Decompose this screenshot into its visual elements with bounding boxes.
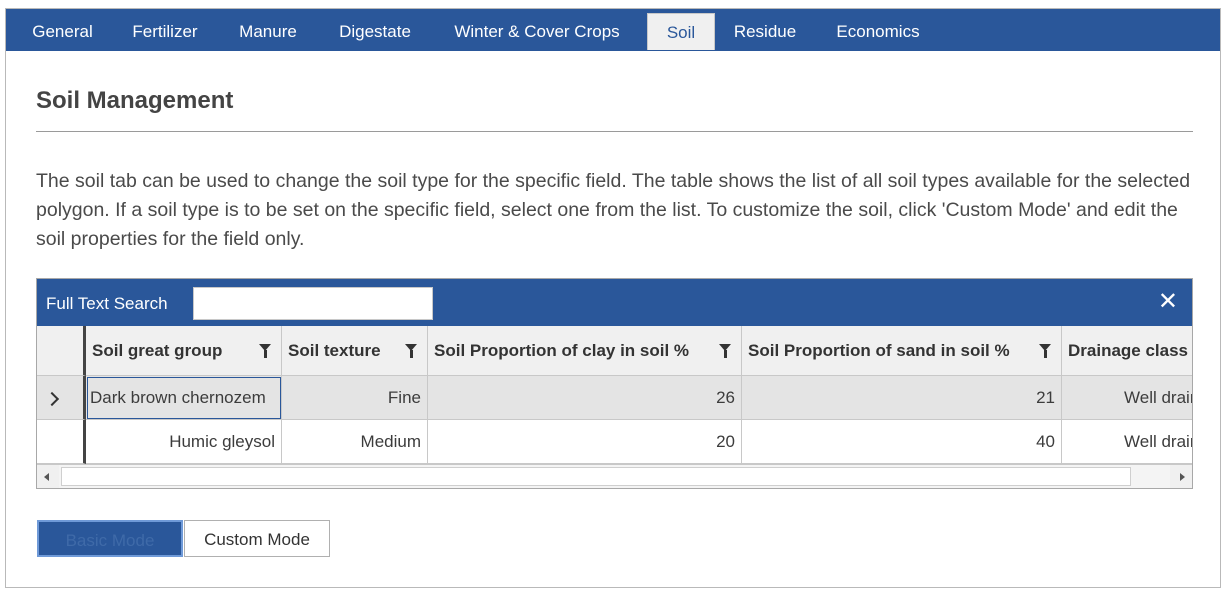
cell-clay-proportion[interactable]: 26 bbox=[428, 376, 742, 420]
column-header-label: Drainage class bbox=[1068, 341, 1189, 360]
cell-clay-proportion[interactable]: 20 bbox=[428, 420, 742, 464]
cell-soil-great-group[interactable]: Dark brown chernozem bbox=[86, 376, 282, 420]
tab-manure[interactable]: Manure bbox=[225, 13, 311, 50]
scrollbar-thumb[interactable] bbox=[61, 467, 1131, 486]
tab-digestate[interactable]: Digestate bbox=[325, 13, 425, 50]
column-header-soil-texture[interactable]: Soil texture bbox=[282, 326, 428, 376]
tab-soil[interactable]: Soil bbox=[647, 13, 715, 50]
cell-soil-great-group[interactable]: Humic gleysol bbox=[86, 420, 282, 464]
tab-residue[interactable]: Residue bbox=[721, 13, 809, 50]
row-indicator[interactable] bbox=[37, 420, 86, 464]
tab-winter-cover-crops[interactable]: Winter & Cover Crops bbox=[440, 13, 634, 50]
cell-drainage-class[interactable]: Well drained bbox=[1062, 420, 1192, 464]
basic-mode-button[interactable]: Basic Mode bbox=[37, 520, 183, 557]
horizontal-scrollbar[interactable] bbox=[37, 464, 1192, 488]
title-divider bbox=[36, 131, 1193, 132]
column-header-label: Soil texture bbox=[288, 341, 381, 360]
column-header-label: Soil Proportion of sand in soil % bbox=[748, 341, 1010, 360]
cell-sand-proportion[interactable]: 40 bbox=[742, 420, 1062, 464]
filter-icon[interactable] bbox=[259, 344, 271, 358]
column-header-sand-proportion[interactable]: Soil Proportion of sand in soil % bbox=[742, 326, 1062, 376]
page-description: The soil tab can be used to change the s… bbox=[36, 170, 1191, 250]
column-header-label: Soil great group bbox=[92, 341, 223, 360]
chevron-right-icon bbox=[44, 391, 60, 407]
close-icon[interactable]: ✕ bbox=[1158, 288, 1178, 316]
tab-general[interactable]: General bbox=[19, 13, 106, 50]
table-row[interactable]: Dark brown chernozem Fine 26 21 Well dra… bbox=[37, 376, 1192, 420]
header-row: Soil great group Soil texture Soil Propo… bbox=[37, 326, 1192, 376]
arrow-left-icon bbox=[44, 473, 49, 481]
scroll-left-button[interactable] bbox=[37, 465, 59, 488]
cell-sand-proportion[interactable]: 21 bbox=[742, 376, 1062, 420]
custom-mode-button[interactable]: Custom Mode bbox=[184, 520, 330, 557]
search-label: Full Text Search bbox=[46, 294, 168, 313]
row-indicator[interactable] bbox=[37, 376, 86, 420]
column-header-label: Soil Proportion of clay in soil % bbox=[434, 341, 690, 360]
filter-icon[interactable] bbox=[405, 344, 417, 358]
cell-drainage-class[interactable]: Well drained bbox=[1062, 376, 1192, 420]
arrow-right-icon bbox=[1180, 473, 1185, 481]
cell-soil-texture[interactable]: Fine bbox=[282, 376, 428, 420]
table-row[interactable]: Humic gleysol Medium 20 40 Well drained bbox=[37, 420, 1192, 464]
full-text-search-input[interactable] bbox=[193, 287, 433, 320]
tab-fertilizer[interactable]: Fertilizer bbox=[118, 13, 212, 50]
page-title: Soil Management bbox=[36, 87, 234, 114]
scroll-right-button[interactable] bbox=[1170, 465, 1192, 488]
row-indicator-header bbox=[37, 326, 86, 376]
column-header-soil-great-group[interactable]: Soil great group bbox=[86, 326, 282, 376]
tab-bar: General Fertilizer Manure Digestate Wint… bbox=[6, 9, 1220, 51]
tab-economics[interactable]: Economics bbox=[822, 13, 934, 50]
filter-icon[interactable] bbox=[719, 344, 731, 358]
column-header-drainage-class[interactable]: Drainage class bbox=[1062, 326, 1192, 376]
cell-soil-texture[interactable]: Medium bbox=[282, 420, 428, 464]
grid-search-bar: Full Text Search ✕ bbox=[37, 279, 1192, 326]
column-header-clay-proportion[interactable]: Soil Proportion of clay in soil % bbox=[428, 326, 742, 376]
soil-grid: Full Text Search ✕ Soil great group Soil… bbox=[36, 278, 1193, 489]
filter-icon[interactable] bbox=[1039, 344, 1051, 358]
app-frame: General Fertilizer Manure Digestate Wint… bbox=[5, 8, 1221, 588]
